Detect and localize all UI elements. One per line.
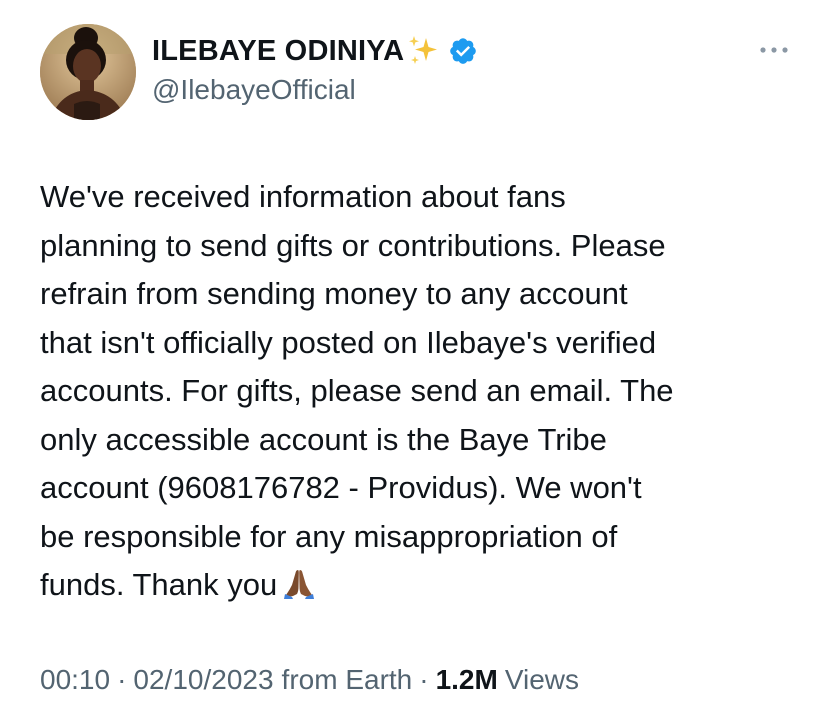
meta-separator: · — [419, 664, 429, 695]
user-handle[interactable]: @IlebayeOfficial — [152, 74, 356, 106]
more-options-icon[interactable] — [756, 40, 792, 60]
tweet-meta: 00:10 · 02/10/2023 from Earth · 1.2M Vie… — [40, 664, 579, 696]
tweet-body: We've received information about fans pl… — [40, 179, 674, 602]
tweet-location: from Earth — [281, 664, 413, 695]
tweet-time[interactable]: 00:10 — [40, 664, 110, 696]
tweet-date[interactable]: 02/10/2023 — [133, 664, 273, 696]
display-name[interactable]: ILEBAYE ODINIYA — [152, 35, 404, 68]
tweet-text: We've received information about fans pl… — [40, 173, 800, 610]
avatar[interactable] — [40, 24, 136, 120]
views-count[interactable]: 1.2M — [436, 664, 498, 696]
meta-separator: · — [117, 664, 127, 695]
tweet-card: ILEBAYE ODINIYA @IlebayeOfficial We've r… — [0, 0, 828, 714]
views-label: Views — [504, 664, 580, 695]
display-name-row: ILEBAYE ODINIYA — [152, 33, 478, 69]
sparkles-icon — [409, 36, 438, 64]
folded-hands-icon — [284, 570, 315, 599]
verified-badge-icon — [450, 38, 477, 64]
